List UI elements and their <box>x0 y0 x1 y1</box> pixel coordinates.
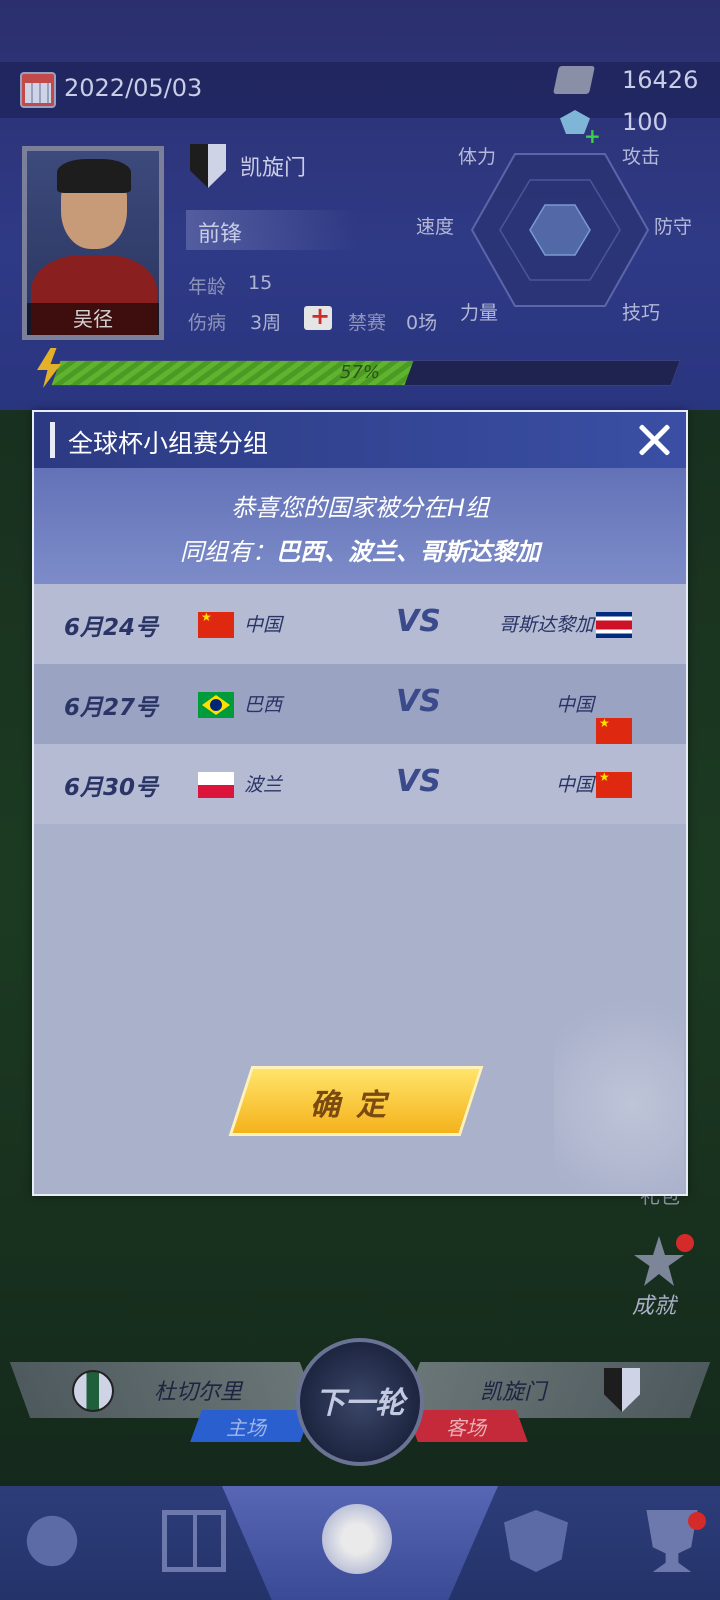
left-team: 波兰 <box>244 774 283 796</box>
right-team: 中国 <box>555 694 594 716</box>
brazil-flag-icon <box>198 692 234 718</box>
close-icon[interactable] <box>634 420 674 460</box>
vs-label: VS <box>396 684 441 719</box>
match-row: 6月27号 巴西 VS 中国 <box>34 664 686 744</box>
confirm-label[interactable]: 确定 <box>240 1080 472 1124</box>
dialog-header: 全球杯小组赛分组 <box>34 412 686 468</box>
group-info-banner: 恭喜您的国家被分在H组 同组有：巴西、波兰、哥斯达黎加 <box>34 468 686 584</box>
hexagon-decoration <box>554 972 684 1192</box>
china-flag-icon <box>596 770 632 798</box>
china-flag-icon <box>596 716 632 744</box>
dialog-title: 全球杯小组赛分组 <box>68 429 269 458</box>
china-flag-icon <box>198 610 234 638</box>
group-assignment-message: 恭喜您的国家被分在H组 <box>230 494 490 522</box>
group-members-list: 巴西、波兰、哥斯达黎加 <box>276 538 540 566</box>
right-team: 中国 <box>555 774 594 796</box>
right-team: 哥斯达黎加 <box>498 614 594 636</box>
match-date: 6月30号 <box>64 775 159 801</box>
match-date: 6月27号 <box>64 695 159 721</box>
match-date: 6月24号 <box>64 615 159 641</box>
costa-rica-flag-icon <box>596 612 632 638</box>
match-row: 6月30号 波兰 VS 中国 <box>34 744 686 824</box>
left-team: 中国 <box>244 614 283 636</box>
group-members-prefix: 同组有： <box>180 538 276 566</box>
vs-label: VS <box>396 764 441 799</box>
match-row: 6月24号 中国 VS 哥斯达黎加 <box>34 584 686 664</box>
header-accent <box>50 422 55 458</box>
poland-flag-icon <box>198 772 234 798</box>
left-team: 巴西 <box>244 694 283 716</box>
group-draw-dialog: 全球杯小组赛分组 恭喜您的国家被分在H组 同组有：巴西、波兰、哥斯达黎加 6月2… <box>32 410 688 1196</box>
group-members-message: 同组有：巴西、波兰、哥斯达黎加 <box>34 532 686 567</box>
vs-label: VS <box>396 604 441 639</box>
